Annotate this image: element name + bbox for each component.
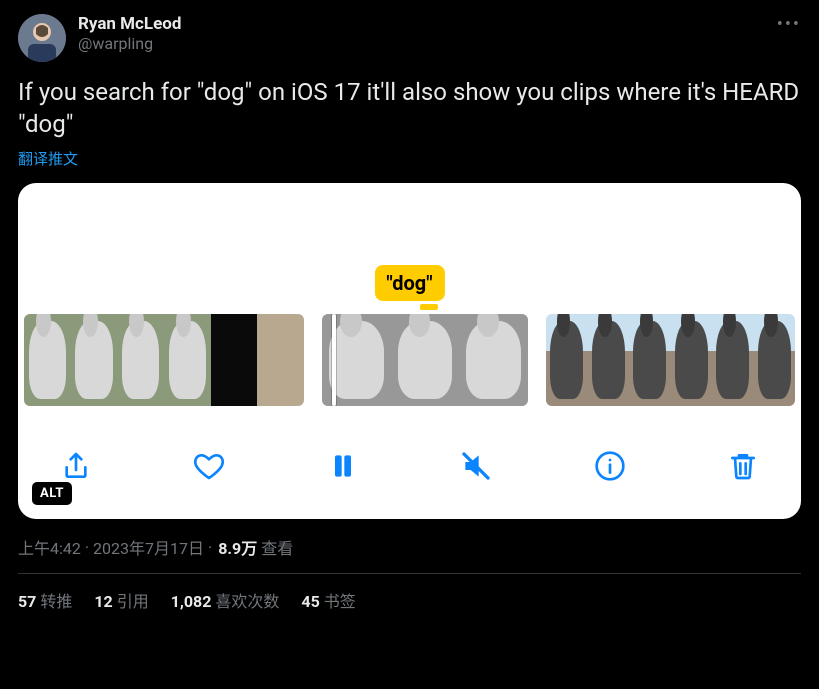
media-toolbar xyxy=(18,435,801,497)
tweet-meta: 上午4:42 · 2023年7月17日 · 8.9万 查看 xyxy=(18,535,801,559)
views-label: 查看 xyxy=(261,535,293,559)
tweet-header: Ryan McLeod @warpling xyxy=(18,14,801,62)
tweet-text: If you search for "dog" on iOS 17 it'll … xyxy=(18,76,801,140)
heart-icon[interactable] xyxy=(187,444,231,488)
translate-link[interactable]: 翻译推文 xyxy=(18,148,801,169)
tweet-container: Ryan McLeod @warpling ••• If you search … xyxy=(0,0,819,626)
tweet-time[interactable]: 上午4:42 xyxy=(18,535,81,559)
video-timeline[interactable] xyxy=(18,314,801,406)
bookmarks-stat[interactable]: 45 书签 xyxy=(301,588,355,612)
stat-count: 45 xyxy=(301,592,319,611)
pause-icon[interactable] xyxy=(321,444,365,488)
media-card[interactable]: "dog" xyxy=(18,183,801,519)
handle[interactable]: @warpling xyxy=(78,34,181,54)
playhead[interactable] xyxy=(332,314,336,406)
stat-count: 57 xyxy=(18,592,36,611)
retweets-stat[interactable]: 57转推 xyxy=(18,588,72,612)
meta-separator: · xyxy=(85,538,89,557)
stat-count: 12 xyxy=(94,592,112,611)
alt-badge[interactable]: ALT xyxy=(32,482,72,505)
avatar[interactable] xyxy=(18,14,66,62)
likes-stat[interactable]: 1,082喜欢次数 xyxy=(171,588,280,612)
stat-label: 喜欢次数 xyxy=(215,592,279,611)
stat-count: 1,082 xyxy=(171,592,212,611)
stat-label: 转推 xyxy=(40,592,72,611)
divider xyxy=(18,573,801,574)
speaker-muted-icon[interactable] xyxy=(454,444,498,488)
author-names: Ryan McLeod @warpling xyxy=(78,14,181,54)
more-button[interactable]: ••• xyxy=(777,14,801,35)
tweet-date[interactable]: 2023年7月17日 xyxy=(93,535,204,559)
quotes-stat[interactable]: 12 引用 xyxy=(94,588,148,612)
meta-separator: · xyxy=(208,538,212,557)
clip-group[interactable] xyxy=(546,314,795,406)
stat-label: 书签 xyxy=(324,592,356,611)
clip-group-active[interactable] xyxy=(322,314,528,406)
tweet-stats: 57转推 12 引用 1,082喜欢次数 45 书签 xyxy=(18,588,801,612)
info-icon[interactable] xyxy=(588,444,632,488)
clip-group[interactable] xyxy=(24,314,304,406)
timeline-marker xyxy=(420,304,438,310)
views-count[interactable]: 8.9万 xyxy=(218,535,257,559)
trash-icon[interactable] xyxy=(721,444,765,488)
display-name[interactable]: Ryan McLeod xyxy=(78,14,181,34)
stat-label: 引用 xyxy=(117,592,149,611)
search-token-label: "dog" xyxy=(374,265,444,301)
